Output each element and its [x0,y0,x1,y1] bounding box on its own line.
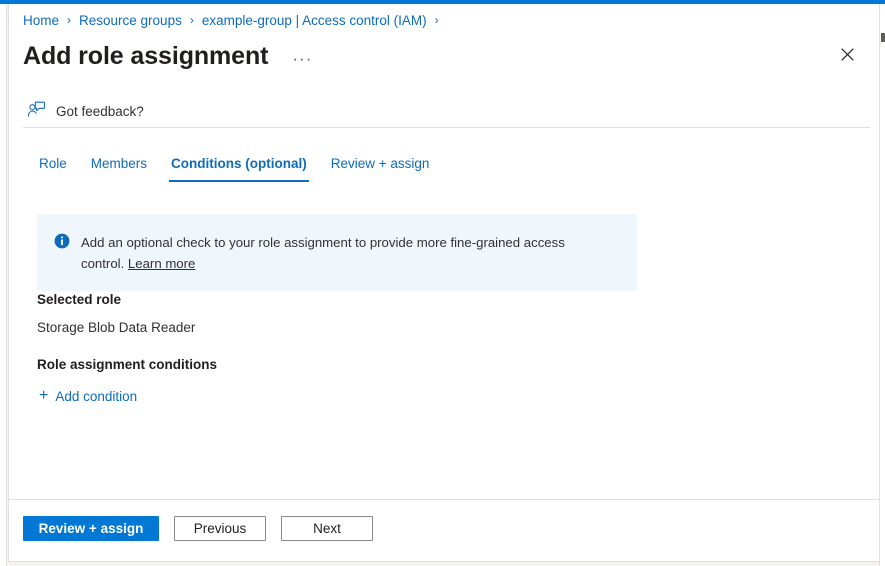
title-row: Add role assignment ··· [23,36,854,78]
page-title: Add role assignment [23,42,269,71]
top-accent-bar [0,0,885,4]
info-circle-icon [54,233,70,252]
footer-divider [9,499,884,500]
breadcrumb-separator-icon: › [189,13,194,27]
review-assign-button[interactable]: Review + assign [23,515,159,541]
tab-role[interactable]: Role [27,153,79,182]
tab-bar: Role Members Conditions (optional) Revie… [27,153,870,185]
tab-conditions-optional[interactable]: Conditions (optional) [159,153,319,182]
footer-bar: Review + assign Previous Next [23,509,870,547]
previous-button[interactable]: Previous [174,515,266,541]
got-feedback-button[interactable]: Got feedback? [23,98,148,125]
selected-role-value: Storage Blob Data Reader [37,320,196,335]
add-role-assignment-blade: Home › Resource groups › example-group |… [8,0,885,562]
background-blade-sliver [0,0,7,566]
tab-review-assign[interactable]: Review + assign [319,153,442,182]
feedback-person-icon [27,101,46,122]
plus-icon: + [39,387,49,404]
selected-role-heading: Selected role [37,292,122,307]
divider [23,127,870,128]
got-feedback-label: Got feedback? [56,104,144,119]
breadcrumb-item-access-control[interactable]: example-group | Access control (IAM) [202,13,427,28]
breadcrumb-separator-icon: › [67,13,72,27]
right-edge-strip [879,4,885,566]
feedback-bar: Got feedback? [23,96,870,127]
close-icon[interactable] [832,39,862,69]
blade-resize-handle[interactable] [881,33,885,42]
breadcrumb-item-resource-groups[interactable]: Resource groups [79,13,182,28]
next-button[interactable]: Next [281,515,373,541]
info-banner-text: Add an optional check to your role assig… [81,232,596,275]
breadcrumb-item-home[interactable]: Home [23,13,59,28]
info-banner: Add an optional check to your role assig… [37,214,637,291]
role-assignment-conditions-heading: Role assignment conditions [37,357,218,372]
conditions-content: Selected role Storage Blob Data Reader R… [37,292,856,406]
add-condition-label: Add condition [55,388,138,404]
azure-portal-root: Home › Resource groups › example-group |… [0,0,885,566]
learn-more-link[interactable]: Learn more [128,256,195,271]
breadcrumb: Home › Resource groups › example-group |… [23,9,447,31]
ellipsis-icon[interactable]: ··· [286,48,318,69]
add-condition-button[interactable]: + Add condition [37,386,139,406]
breadcrumb-separator-trailing-icon: › [434,13,439,27]
tab-members[interactable]: Members [79,153,159,182]
